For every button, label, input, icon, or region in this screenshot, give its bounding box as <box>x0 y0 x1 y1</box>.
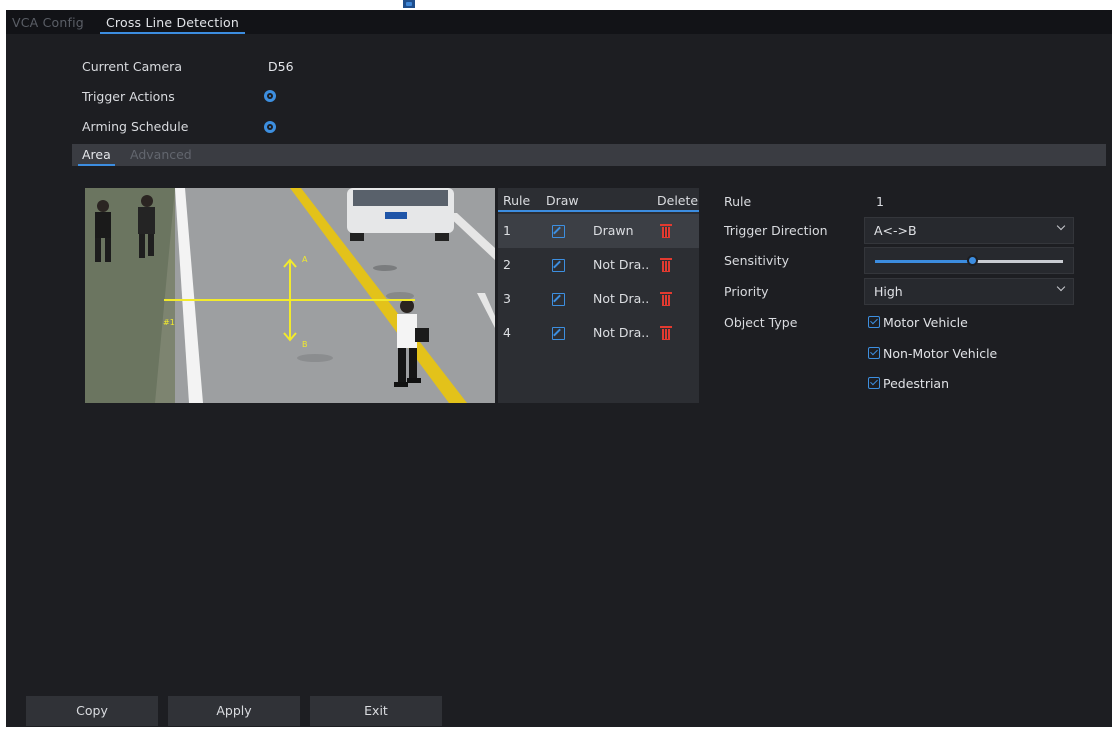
sensitivity-slider[interactable] <box>864 247 1074 274</box>
rule-status: Drawn <box>593 223 634 238</box>
edit-icon[interactable] <box>552 225 565 238</box>
priority-label: Priority <box>724 284 769 299</box>
arming-schedule-label: Arming Schedule <box>82 119 189 134</box>
rule-row[interactable]: 3 Not Dra.. <box>498 282 699 316</box>
edit-icon[interactable] <box>552 259 565 272</box>
checkbox-checked-icon[interactable] <box>868 377 880 389</box>
trigger-direction-label: Trigger Direction <box>724 223 828 238</box>
direction-marker-a: A <box>302 255 308 264</box>
slider-fill <box>875 260 973 263</box>
rule-label: Rule <box>724 194 752 209</box>
tab-advanced[interactable]: Advanced <box>130 146 192 166</box>
object-type-label-text: Motor Vehicle <box>883 315 968 330</box>
rule-number: 1 <box>503 223 511 238</box>
copy-button[interactable]: Copy <box>26 696 158 726</box>
rule-status: Not Dra.. <box>593 325 650 340</box>
camera-preview[interactable]: A B #1 <box>85 188 495 403</box>
preview-scene <box>85 188 495 403</box>
rule-number: 2 <box>503 257 511 272</box>
header-delete: Delete <box>657 193 699 208</box>
object-type-label-text: Non-Motor Vehicle <box>883 346 998 361</box>
rule-row[interactable]: 4 Not Dra.. <box>498 316 699 350</box>
trigger-direction-value: A<->B <box>874 223 917 238</box>
header-rule: Rule <box>503 193 531 208</box>
header-draw: Draw <box>546 193 579 208</box>
trash-icon[interactable] <box>660 291 672 306</box>
rule-row[interactable]: 1 Drawn <box>498 214 699 248</box>
arming-schedule-gear-icon[interactable] <box>264 121 276 133</box>
priority-value: High <box>874 284 903 299</box>
tab-vca-config[interactable]: VCA Config <box>12 13 84 34</box>
trigger-actions-gear-icon[interactable] <box>264 90 276 102</box>
top-indicator <box>403 0 415 8</box>
rule-value: 1 <box>876 194 884 209</box>
checkbox-checked-icon[interactable] <box>868 347 880 359</box>
cross-line-detection-window: VCA Config Cross Line Detection Current … <box>6 10 1112 727</box>
rule-table: Rule Draw Delete 1 Drawn 2 Not Dra.. 3 N… <box>498 188 699 403</box>
rule-number: 3 <box>503 291 511 306</box>
main-tab-bar: VCA Config Cross Line Detection <box>6 10 1112 34</box>
rule-number: 4 <box>503 325 511 340</box>
exit-button[interactable]: Exit <box>310 696 442 726</box>
current-camera-value: D56 <box>268 59 294 74</box>
sub-tab-bar: Area Advanced <box>72 144 1106 166</box>
edit-icon[interactable] <box>552 327 565 340</box>
edit-icon[interactable] <box>552 293 565 306</box>
slider-handle[interactable] <box>967 255 979 266</box>
trash-icon[interactable] <box>660 325 672 340</box>
line-label: #1 <box>163 318 175 327</box>
object-type-label-text: Pedestrian <box>883 376 950 391</box>
rule-row[interactable]: 2 Not Dra.. <box>498 248 699 282</box>
rule-table-header: Rule Draw Delete <box>498 188 699 212</box>
tab-area[interactable]: Area <box>78 146 115 166</box>
chevron-down-icon <box>1056 282 1066 292</box>
trash-icon[interactable] <box>660 257 672 272</box>
trigger-actions-label: Trigger Actions <box>82 89 175 104</box>
tab-cross-line-detection[interactable]: Cross Line Detection <box>100 13 245 34</box>
chevron-down-icon <box>1056 221 1066 231</box>
priority-select[interactable]: High <box>864 278 1074 305</box>
checkbox-checked-icon[interactable] <box>868 316 880 328</box>
current-camera-label: Current Camera <box>82 59 182 74</box>
object-type-label: Object Type <box>724 315 798 330</box>
trash-icon[interactable] <box>660 223 672 238</box>
sensitivity-label: Sensitivity <box>724 253 790 268</box>
apply-button[interactable]: Apply <box>168 696 300 726</box>
rule-status: Not Dra.. <box>593 291 650 306</box>
trigger-direction-select[interactable]: A<->B <box>864 217 1074 244</box>
rule-status: Not Dra.. <box>593 257 650 272</box>
direction-marker-b: B <box>302 340 308 349</box>
